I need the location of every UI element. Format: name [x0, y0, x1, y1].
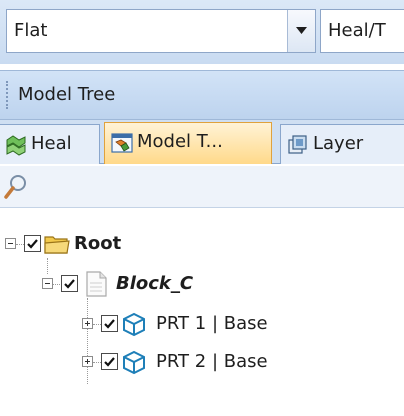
tree-node-label: Block_C — [116, 273, 194, 294]
collapse-toggle[interactable] — [5, 238, 16, 249]
part-cube-icon — [123, 312, 145, 337]
tab-model-tree[interactable]: Model T... — [104, 122, 272, 164]
chevron-down-icon — [296, 27, 307, 34]
tab-layer[interactable]: Layer — [280, 124, 404, 164]
checkmark-icon — [27, 239, 38, 249]
tree-node-label: PRT 2 | Base — [156, 351, 268, 372]
heal-icon — [6, 135, 26, 156]
tree-node-label: PRT 1 | Base — [156, 313, 268, 334]
block-visibility-checkbox[interactable] — [61, 275, 78, 292]
top-toolbar: Flat Heal/T — [0, 0, 404, 64]
expand-toggle[interactable] — [82, 356, 93, 367]
tab-layer-label: Layer — [313, 133, 364, 154]
tab-heal[interactable]: Heal — [0, 124, 100, 164]
tab-strip: Heal Model T... Layer — [0, 120, 404, 164]
tree-search-bar[interactable] — [0, 166, 404, 208]
model-tree-icon — [111, 133, 133, 153]
tree-node-block[interactable]: Block_C — [0, 266, 404, 302]
checkmark-icon — [104, 319, 115, 329]
checkmark-icon — [64, 279, 75, 289]
heal-combo-value: Heal/T — [328, 20, 386, 41]
checkmark-icon — [104, 357, 115, 367]
search-icon[interactable] — [4, 174, 28, 200]
part-visibility-checkbox[interactable] — [101, 315, 118, 332]
layer-icon — [288, 135, 307, 154]
tab-model-tree-label: Model T... — [137, 131, 223, 152]
part-visibility-checkbox[interactable] — [101, 353, 118, 370]
tree-node-label: Root — [74, 233, 122, 254]
tree-node-root[interactable]: Root — [0, 226, 404, 262]
heal-combo[interactable]: Heal/T — [320, 9, 404, 53]
part-cube-icon — [123, 350, 145, 375]
expand-toggle[interactable] — [82, 318, 93, 329]
view-mode-combo[interactable]: Flat — [6, 9, 316, 53]
tree-node-part[interactable]: PRT 2 | Base — [0, 344, 404, 380]
view-mode-value: Flat — [14, 20, 48, 41]
document-icon — [86, 271, 107, 297]
tree-node-part[interactable]: PRT 1 | Base — [0, 306, 404, 342]
collapse-toggle[interactable] — [42, 278, 53, 289]
tab-heal-label: Heal — [31, 133, 72, 154]
panel-grip[interactable] — [6, 81, 11, 109]
root-visibility-checkbox[interactable] — [24, 235, 41, 252]
panel-title: Model Tree — [18, 84, 116, 105]
folder-icon — [44, 236, 70, 254]
view-mode-dropdown-button[interactable] — [287, 10, 315, 52]
panel-caption: Model Tree — [0, 70, 404, 120]
model-tree: Root Block_C PRT 1 | Base PRT 2 | Base — [0, 208, 404, 416]
